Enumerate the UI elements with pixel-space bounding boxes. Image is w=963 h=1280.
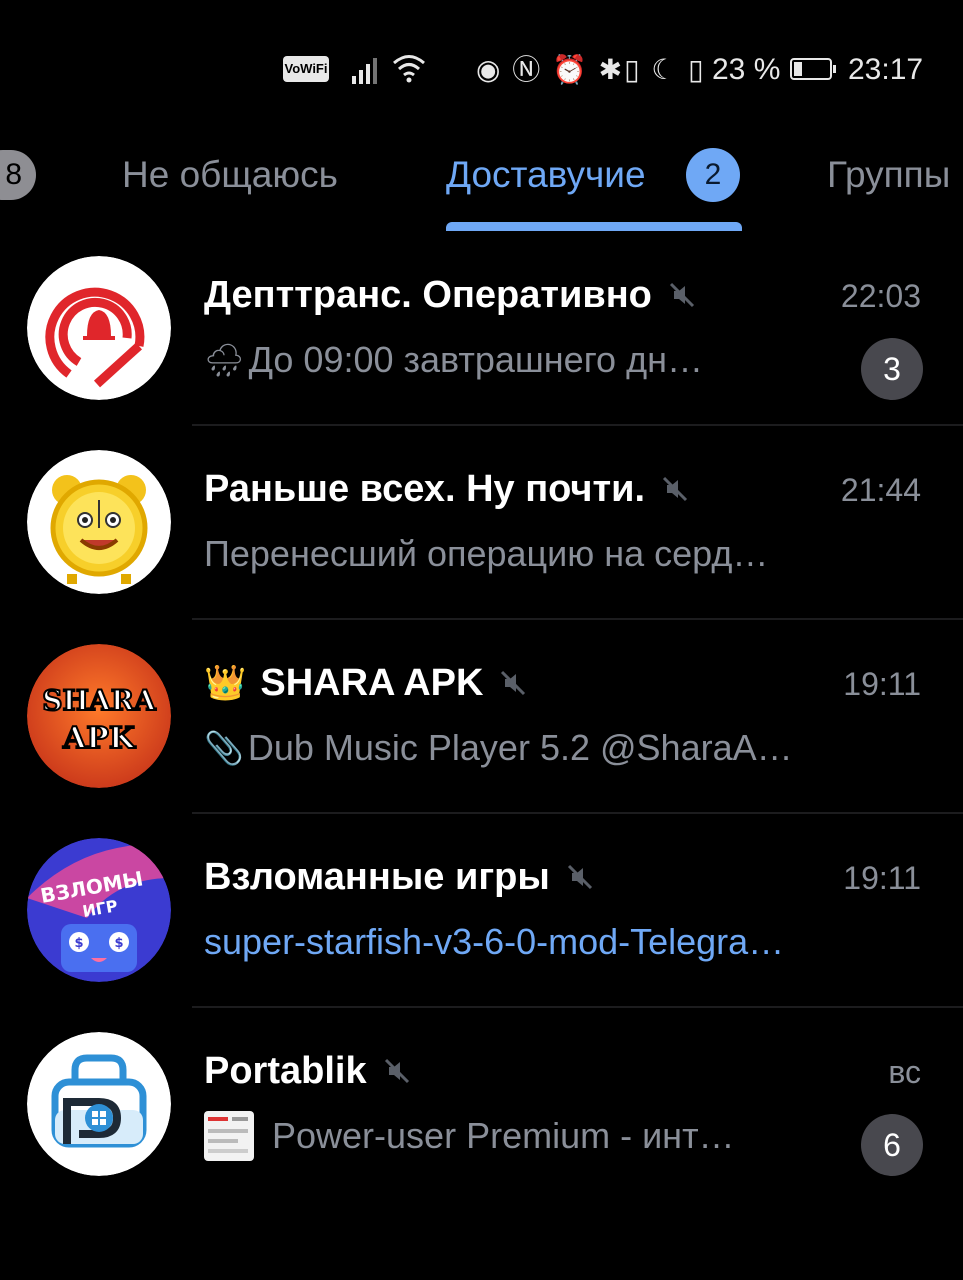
rain-cloud-icon: 🌧 [204,342,245,378]
preview-link-text: super-starfish-v3-6-0-mod-Telegra… [204,921,785,962]
tab-ne-obshchayus[interactable]: Не общаюсь [122,152,338,198]
wifi-icon [393,55,425,83]
status-clock: 23:17 [848,53,924,86]
muted-icon [662,476,688,502]
svg-text:$: $ [74,936,83,951]
active-tab-indicator [446,222,742,231]
previous-tab-badge[interactable]: 8 [0,150,36,200]
portablik-avatar [27,1032,171,1176]
chat-time: 19:11 [843,860,921,896]
status-bar: VoWiFi ◉ Ⓝ ⏰ ✱▯ ☾ ▯ 23 % 23:17 [0,40,963,100]
chat-time: 21:44 [840,472,921,508]
chat-title: Раньше всех. Ну почти. [204,468,646,510]
chat-time: 22:03 [840,278,921,314]
chat-time: вс [888,1054,921,1090]
shara-apk-avatar: SHARA APK [27,644,171,788]
telegram-screen: VoWiFi ◉ Ⓝ ⏰ ✱▯ ☾ ▯ 23 % 23:17 8 Не обща… [0,0,963,1280]
chat-title: Депттранс. Оперативно [204,274,652,316]
chat-row-ranshe-vseh[interactable]: Раньше всех. Ну почти. 21:44 Перенесший … [0,426,963,620]
svg-text:SHARA: SHARA [42,684,157,717]
chat-row-vzlomannye-igry[interactable]: $ $ ВЗЛОМЫ ИГР Взломанные игры 19:11 sup… [0,814,963,1008]
tab-unread-badge: 2 [686,148,740,202]
chat-preview: super-starfish-v3-6-0-mod-Telegra… [204,918,784,966]
chat-list: Депттранс. Оперативно 22:03 🌧 До 09:00 з… [0,232,963,1202]
muted-icon [567,864,592,890]
chat-title: Взломанные игры [204,856,550,898]
muted-icon [501,670,526,696]
chat-preview: 🌧 До 09:00 завтрашнего дн… [204,336,703,384]
battery-percent: 23 % [712,53,781,86]
vowifi-icon: VoWiFi [283,56,329,82]
preview-text: Power-user Premium - инт… [272,1115,735,1156]
system-status-icons: ◉ Ⓝ ⏰ ✱▯ ☾ ▯ [476,54,706,85]
signal-strength-icon [352,54,382,84]
preview-text: Перенесший операцию на серд… [204,533,769,574]
image-thumbnail [204,1111,254,1161]
hacked-games-avatar: $ $ ВЗЛОМЫ ИГР [27,838,171,982]
battery-icon [790,58,836,80]
chat-preview: Power-user Premium - инт… [204,1111,735,1161]
preview-text: Dub Music Player 5.2 @SharaA… [247,727,793,768]
alarm-clock-avatar [27,450,171,594]
chat-row-deptrans[interactable]: Депттранс. Оперативно 22:03 🌧 До 09:00 з… [0,232,963,426]
unread-count-badge: 3 [861,338,923,400]
chat-row-portablik[interactable]: Portablik вс Power-user Premium - инт… 6 [0,1008,963,1202]
chat-time: 19:11 [843,666,921,702]
folder-tabs: 8 Не общаюсь Доставучие 2 Группы [0,140,963,232]
chat-row-shara-apk[interactable]: SHARA APK 👑 SHARA APK 19:11 📎 Dub Music … [0,620,963,814]
chat-title: SHARA APK [260,662,484,704]
unread-count-badge: 6 [861,1114,923,1176]
svg-text:$: $ [114,936,123,951]
chat-preview: 📎 Dub Music Player 5.2 @SharaA… [204,724,793,772]
svg-text:APK: APK [62,721,136,756]
crown-emoji: 👑 [204,664,247,702]
bell-logo-avatar [27,256,171,400]
paperclip-icon: 📎 [204,730,244,766]
muted-icon [384,1058,409,1084]
tab-dostavuchie[interactable]: Доставучие [446,152,646,198]
muted-icon [669,282,694,308]
tab-gruppy[interactable]: Группы [827,152,950,198]
chat-title: Portablik [204,1050,367,1092]
preview-text: До 09:00 завтрашнего дн… [248,339,703,380]
chat-preview: Перенесший операцию на серд… [204,530,768,578]
